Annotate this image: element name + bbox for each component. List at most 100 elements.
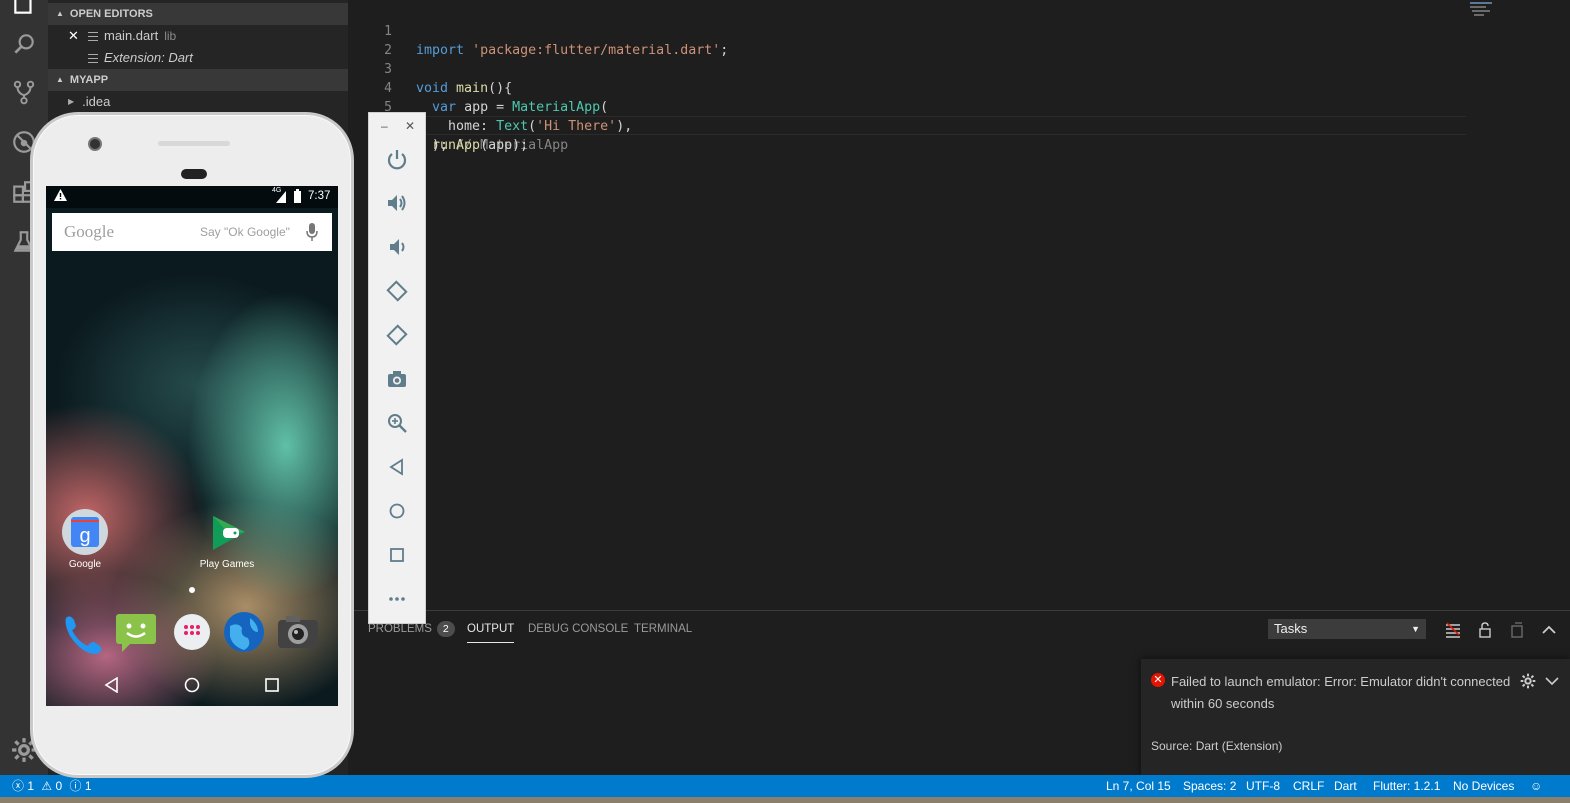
notification-settings-gear-icon[interactable] [1520, 673, 1536, 689]
explorer-icon[interactable] [8, 0, 40, 20]
file-lines-icon [88, 31, 98, 41]
cursor-position[interactable]: Ln 7, Col 15 [1106, 775, 1171, 797]
more-options-icon[interactable] [384, 586, 410, 612]
code-editor[interactable]: 1 import 'package:flutter/material.dart'… [348, 0, 1570, 610]
code-token: void [416, 81, 449, 96]
app-google[interactable]: g Google [60, 508, 110, 570]
device-selector[interactable]: No Devices [1453, 775, 1514, 797]
overview-icon[interactable] [384, 542, 410, 568]
code-token: ; [720, 43, 729, 58]
phone-speaker [181, 169, 207, 179]
taskbar-strip [0, 797, 1570, 803]
zoom-icon[interactable] [384, 410, 410, 436]
flutter-version[interactable]: Flutter: 1.2.1 [1373, 775, 1440, 797]
code-token: MaterialApp [512, 100, 601, 115]
android-status-bar: 4G 7:37 [46, 186, 338, 208]
code-token: (){ [488, 81, 513, 96]
notification-source: Source: Dart (Extension) [1151, 739, 1283, 753]
output-channel-select[interactable]: Tasks ▼ [1268, 619, 1426, 639]
power-icon[interactable] [384, 146, 410, 172]
browser-globe-icon[interactable] [222, 610, 266, 654]
volume-down-icon[interactable] [384, 234, 410, 260]
feedback-smiley-icon[interactable]: ☺ [1530, 775, 1542, 797]
code-token: (app); [480, 138, 529, 153]
google-search-widget[interactable]: Google Say "Ok Google" [52, 213, 332, 251]
app-play-games[interactable]: Play Games [197, 508, 257, 570]
play-games-icon [213, 516, 245, 550]
problems-summary[interactable]: ⓧ 1 ⚠ 0 ⓘ 1 [12, 775, 92, 797]
app-drawer-icon[interactable] [170, 610, 214, 654]
code-token: var [432, 100, 457, 115]
code-token: ( [528, 119, 537, 134]
close-icon[interactable]: ✕ [405, 119, 415, 133]
microphone-icon[interactable] [306, 223, 318, 241]
google-app-icon: g [62, 509, 108, 555]
tab-problems[interactable]: PROBLEMS 2 [368, 621, 455, 643]
recents-icon[interactable] [264, 677, 280, 693]
indentation[interactable]: Spaces: 2 [1183, 775, 1236, 797]
status-bar: ⓧ 1 ⚠ 0 ⓘ 1 Ln 7, Col 15 Spaces: 2 UTF-8… [0, 775, 1570, 797]
rotate-left-icon[interactable] [384, 278, 410, 304]
code-token: app = [464, 100, 505, 115]
voice-search-hint: Say "Ok Google" [200, 225, 290, 239]
android-nav-bar [46, 664, 338, 706]
code-token: main [456, 81, 489, 96]
dropdown-arrow-icon: ▼ [1411, 624, 1420, 634]
clock: 7:37 [308, 190, 331, 202]
collapse-chevron-icon[interactable] [1544, 673, 1560, 689]
tab-terminal[interactable]: TERMINAL [634, 621, 692, 643]
camera-app-icon[interactable] [276, 610, 320, 654]
open-editor-desc: lib [164, 29, 177, 43]
error-icon: ✕ [1151, 673, 1165, 687]
open-editor-main-dart[interactable]: ✕ main.dart lib [48, 25, 348, 47]
phone-dialer-icon[interactable] [60, 610, 104, 654]
android-emulator: 4G 7:37 Google Say "Ok Google" g Google [30, 112, 354, 778]
minimap[interactable] [1470, 2, 1510, 16]
emulator-toolbar: – ✕ [368, 112, 426, 624]
minimize-icon[interactable]: – [381, 119, 388, 133]
encoding[interactable]: UTF-8 [1246, 775, 1280, 797]
tab-output[interactable]: OUTPUT [467, 621, 515, 643]
warning-icon [54, 189, 67, 204]
search-icon[interactable] [8, 28, 40, 60]
phone-top-bezel-line [158, 141, 230, 146]
camera-screenshot-icon[interactable] [384, 366, 410, 392]
tree-item-idea[interactable]: ▶ .idea [48, 91, 348, 113]
google-logo-text: Google [64, 222, 115, 241]
open-editors-header[interactable]: ▲ OPEN EDITORS [48, 3, 348, 25]
code-token: runApp [432, 138, 481, 153]
open-editor-name: Extension: Dart [104, 50, 193, 65]
vscode-window: ▲ OPEN EDITORS ✕ main.dart lib Extension… [0, 0, 1570, 803]
source-control-icon[interactable] [8, 76, 40, 108]
code-line: 1 import 'package:flutter/material.dart'… [348, 3, 728, 58]
code-token: 'package:flutter/material.dart' [472, 43, 721, 58]
close-icon[interactable]: ✕ [68, 25, 84, 47]
messaging-icon[interactable] [114, 610, 158, 654]
maximize-panel-chevron-icon[interactable] [1539, 620, 1559, 640]
svg-text:g: g [79, 525, 90, 547]
code-line: 3 void main(){ [348, 41, 512, 96]
code-token: Text [496, 119, 529, 134]
tab-debug-console[interactable]: DEBUG CONSOLE [528, 621, 628, 643]
volume-up-icon[interactable] [384, 190, 410, 216]
clear-output-icon[interactable] [1443, 620, 1463, 640]
expand-chevron-icon: ▶ [68, 97, 75, 106]
notification-message: Failed to launch emulator: Error: Emulat… [1171, 674, 1511, 711]
back-icon[interactable] [384, 454, 410, 480]
line-endings[interactable]: CRLF [1293, 775, 1324, 797]
language-mode[interactable]: Dart [1334, 775, 1357, 797]
rotate-right-icon[interactable] [384, 322, 410, 348]
home-icon[interactable] [384, 498, 410, 524]
project-header[interactable]: ▲ MYAPP [48, 69, 348, 91]
code-token: 'Hi There' [536, 119, 617, 134]
back-icon[interactable] [104, 677, 120, 693]
app-label: Play Games [199, 559, 255, 570]
lock-scroll-icon[interactable] [1475, 620, 1495, 640]
signal-icon [276, 191, 286, 206]
phone-screen[interactable]: 4G 7:37 Google Say "Ok Google" g Google [46, 186, 338, 706]
open-log-file-icon[interactable] [1507, 620, 1527, 640]
home-icon[interactable] [184, 677, 200, 693]
collapse-caret-icon: ▲ [56, 9, 64, 18]
error-icon: ⓧ [12, 779, 25, 793]
open-editor-extension-dart[interactable]: Extension: Dart [48, 47, 348, 69]
